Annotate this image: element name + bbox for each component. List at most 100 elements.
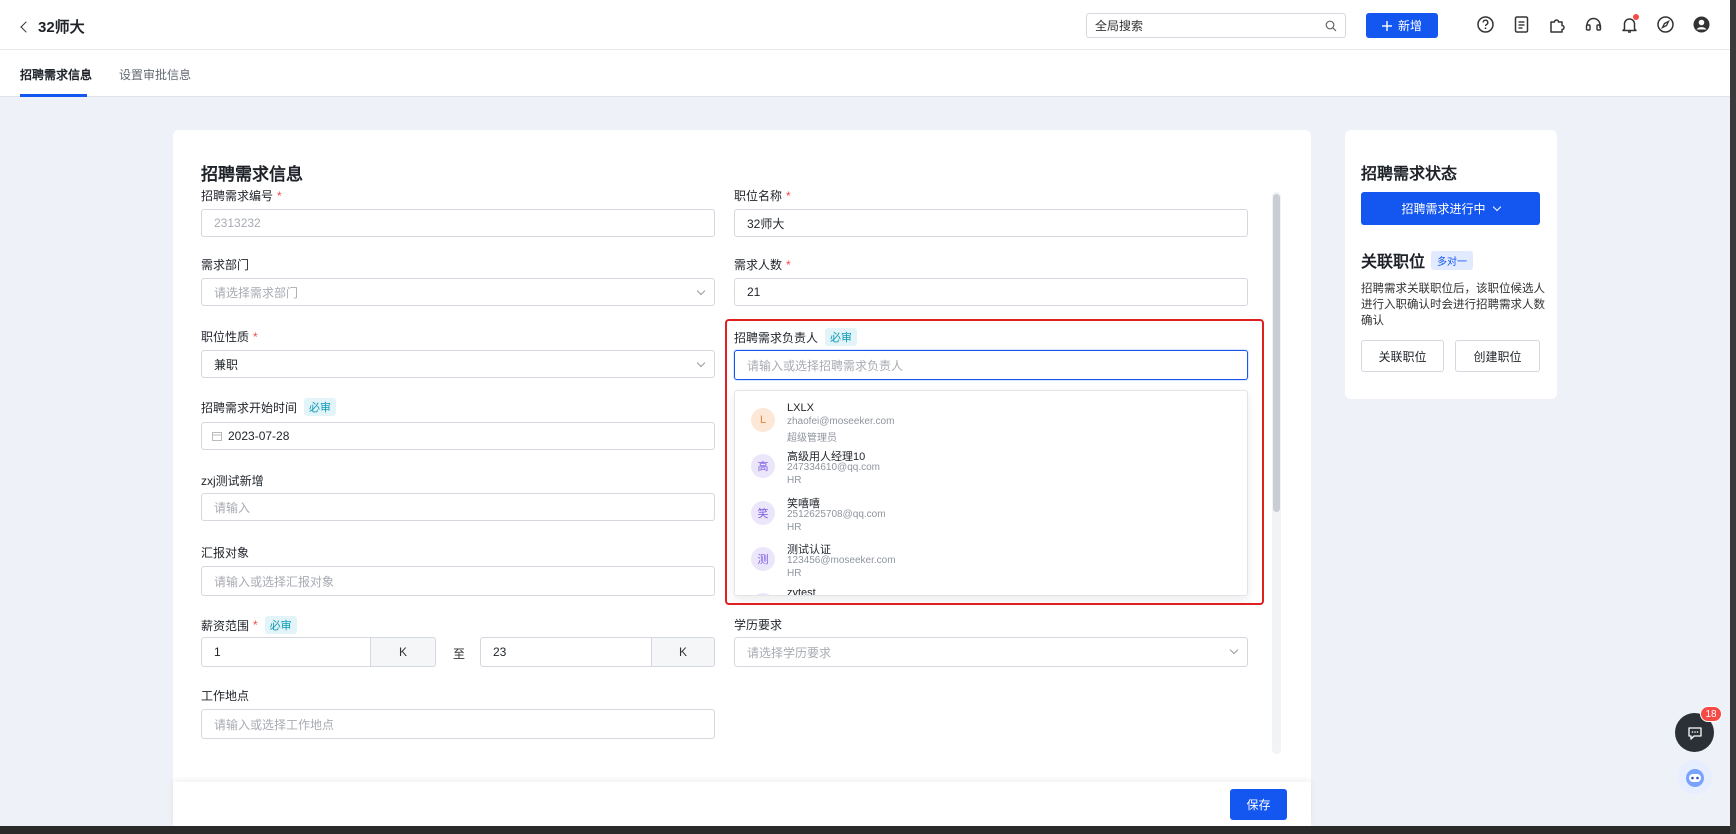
global-search-input[interactable]: 全局搜索 — [1086, 13, 1346, 38]
form-scrollbar-thumb[interactable] — [1273, 194, 1280, 512]
new-button-label: 新增 — [1397, 19, 1422, 33]
chevron-left-icon — [20, 20, 32, 33]
tab-bar: 招聘需求信息 设置审批信息 — [0, 50, 1736, 97]
owner-option[interactable]: 笑 笑嘻嘻 2512625708@qq.com HR — [735, 487, 1247, 533]
option-name: zytest — [787, 587, 816, 596]
tab-approval-settings[interactable]: 设置审批信息 — [119, 66, 191, 83]
support-icon[interactable] — [1584, 15, 1603, 34]
custom-field-label: zxj测试新增 — [201, 474, 264, 488]
department-select[interactable]: 请选择需求部门 — [201, 278, 715, 306]
education-label: 学历要求 — [734, 618, 783, 632]
active-tab-indicator — [20, 94, 87, 97]
location-label: 工作地点 — [201, 689, 250, 703]
start-date-label: 招聘需求开始时间 必审 — [201, 398, 337, 416]
salary-min-input[interactable]: 1 — [201, 637, 371, 667]
option-role: HR — [787, 568, 802, 579]
owner-dropdown: L LXLX zhaofei@moseeker.com 超级管理员 高 高级用人… — [734, 390, 1248, 596]
option-role: HR — [787, 475, 802, 486]
form-title: 招聘需求信息 — [201, 165, 303, 184]
option-email: zhaofei@moseeker.com — [787, 416, 895, 427]
search-icon — [1325, 20, 1337, 31]
salary-max-input[interactable]: 23 — [480, 637, 652, 667]
tab-requirement-info[interactable]: 招聘需求信息 — [20, 66, 92, 83]
status-button-label: 招聘需求进行中 — [1401, 202, 1486, 216]
chevron-down-icon — [1229, 645, 1239, 655]
option-email: 247334610@qq.com — [787, 462, 880, 473]
option-role: HR — [787, 522, 802, 533]
plus-icon — [1381, 20, 1392, 31]
owner-label: 招聘需求负责人 必审 — [734, 328, 858, 346]
owner-option[interactable]: L LXLX zhaofei@moseeker.com 超级管理员 — [735, 394, 1247, 444]
location-input[interactable]: 请输入或选择工作地点 — [201, 709, 715, 739]
assistant-robot-button[interactable] — [1678, 760, 1712, 794]
report-to-label: 汇报对象 — [201, 546, 250, 560]
back-button[interactable]: 32师大 — [20, 16, 85, 37]
page-title: 32师大 — [38, 19, 85, 36]
bottom-action-bar — [173, 782, 1311, 826]
user-icon[interactable] — [1692, 15, 1711, 34]
chat-icon — [1687, 726, 1702, 740]
avatar: 高 — [751, 454, 775, 478]
link-position-button[interactable]: 关联职位 — [1361, 340, 1444, 372]
plugin-icon[interactable] — [1548, 15, 1567, 34]
chevron-down-icon — [696, 358, 706, 368]
job-nature-value: 兼职 — [214, 357, 239, 372]
option-email: 2512625708@qq.com — [787, 509, 886, 520]
bell-icon[interactable] — [1620, 14, 1639, 34]
avatar: z — [751, 593, 775, 595]
option-email: 123456@moseeker.com — [787, 555, 896, 566]
avatar: 笑 — [751, 501, 775, 525]
required-review-tag: 必审 — [825, 328, 858, 346]
job-nature-label: 职位性质 * — [201, 329, 258, 345]
req-no-input[interactable]: 2313232 — [201, 209, 715, 237]
required-review-tag: 必审 — [304, 398, 337, 416]
owner-option[interactable]: z zytest — [735, 579, 1247, 596]
desktop-bottom-strip — [0, 826, 1736, 834]
headcount-input[interactable]: 21 — [734, 278, 1248, 306]
chevron-down-icon — [1492, 202, 1501, 211]
department-label: 需求部门 — [201, 258, 250, 272]
education-select[interactable]: 请选择学历要求 — [734, 637, 1248, 667]
relation-tag: 多对一 — [1431, 250, 1474, 270]
salary-min-unit: K — [370, 637, 436, 667]
compass-icon[interactable] — [1656, 15, 1675, 34]
start-date-picker[interactable]: 2023-07-28 — [201, 422, 715, 450]
window-right-edge — [1730, 0, 1736, 834]
relation-title: 关联职位 多对一 — [1361, 248, 1474, 272]
document-icon[interactable] — [1512, 15, 1531, 34]
status-title: 招聘需求状态 — [1361, 166, 1458, 183]
req-no-label: 招聘需求编号 * — [201, 188, 282, 204]
job-nature-select[interactable]: 兼职 — [201, 350, 715, 378]
help-icon[interactable] — [1476, 15, 1495, 34]
report-to-input[interactable]: 请输入或选择汇报对象 — [201, 566, 715, 596]
headcount-label: 需求人数 * — [734, 257, 791, 273]
owner-search-input[interactable]: 请输入或选择招聘需求负责人 — [734, 350, 1248, 380]
owner-option[interactable]: 高 高级用人经理10 247334610@qq.com HR — [735, 440, 1247, 486]
option-name: LXLX — [787, 402, 814, 414]
avatar: 测 — [751, 547, 775, 571]
job-title-label: 职位名称 * — [734, 188, 791, 204]
salary-separator: 至 — [453, 647, 466, 661]
new-button[interactable]: 新增 — [1366, 13, 1438, 38]
chat-unread-badge: 18 — [1700, 706, 1722, 722]
top-bar: 32师大 全局搜索 新增 — [0, 0, 1736, 50]
save-button[interactable]: 保存 — [1230, 789, 1287, 820]
salary-label: 薪资范围 * 必审 — [201, 616, 297, 634]
department-placeholder: 请选择需求部门 — [214, 285, 299, 300]
avatar: L — [751, 408, 775, 432]
owner-option[interactable]: 测 测试认证 123456@moseeker.com HR — [735, 533, 1247, 579]
job-title-input[interactable]: 32师大 — [734, 209, 1248, 237]
required-review-tag: 必审 — [264, 616, 297, 634]
relation-description: 招聘需求关联职位后，该职位候选人进行入职确认时会进行招聘需求人数确认 — [1361, 283, 1545, 327]
status-dropdown-button[interactable]: 招聘需求进行中 — [1361, 192, 1540, 225]
custom-field-input[interactable]: 请输入 — [201, 493, 715, 521]
status-side-card: 招聘需求状态 招聘需求进行中 关联职位 多对一 招聘需求关联职位后，该职位候选人… — [1345, 130, 1557, 399]
calendar-icon — [212, 432, 222, 441]
create-position-button[interactable]: 创建职位 — [1455, 340, 1540, 372]
notification-dot — [1633, 14, 1639, 20]
search-placeholder: 全局搜索 — [1095, 19, 1144, 33]
start-date-value: 2023-07-28 — [228, 429, 290, 443]
education-placeholder: 请选择学历要求 — [747, 645, 832, 660]
robot-icon — [1686, 769, 1704, 787]
salary-max-unit: K — [651, 637, 715, 667]
